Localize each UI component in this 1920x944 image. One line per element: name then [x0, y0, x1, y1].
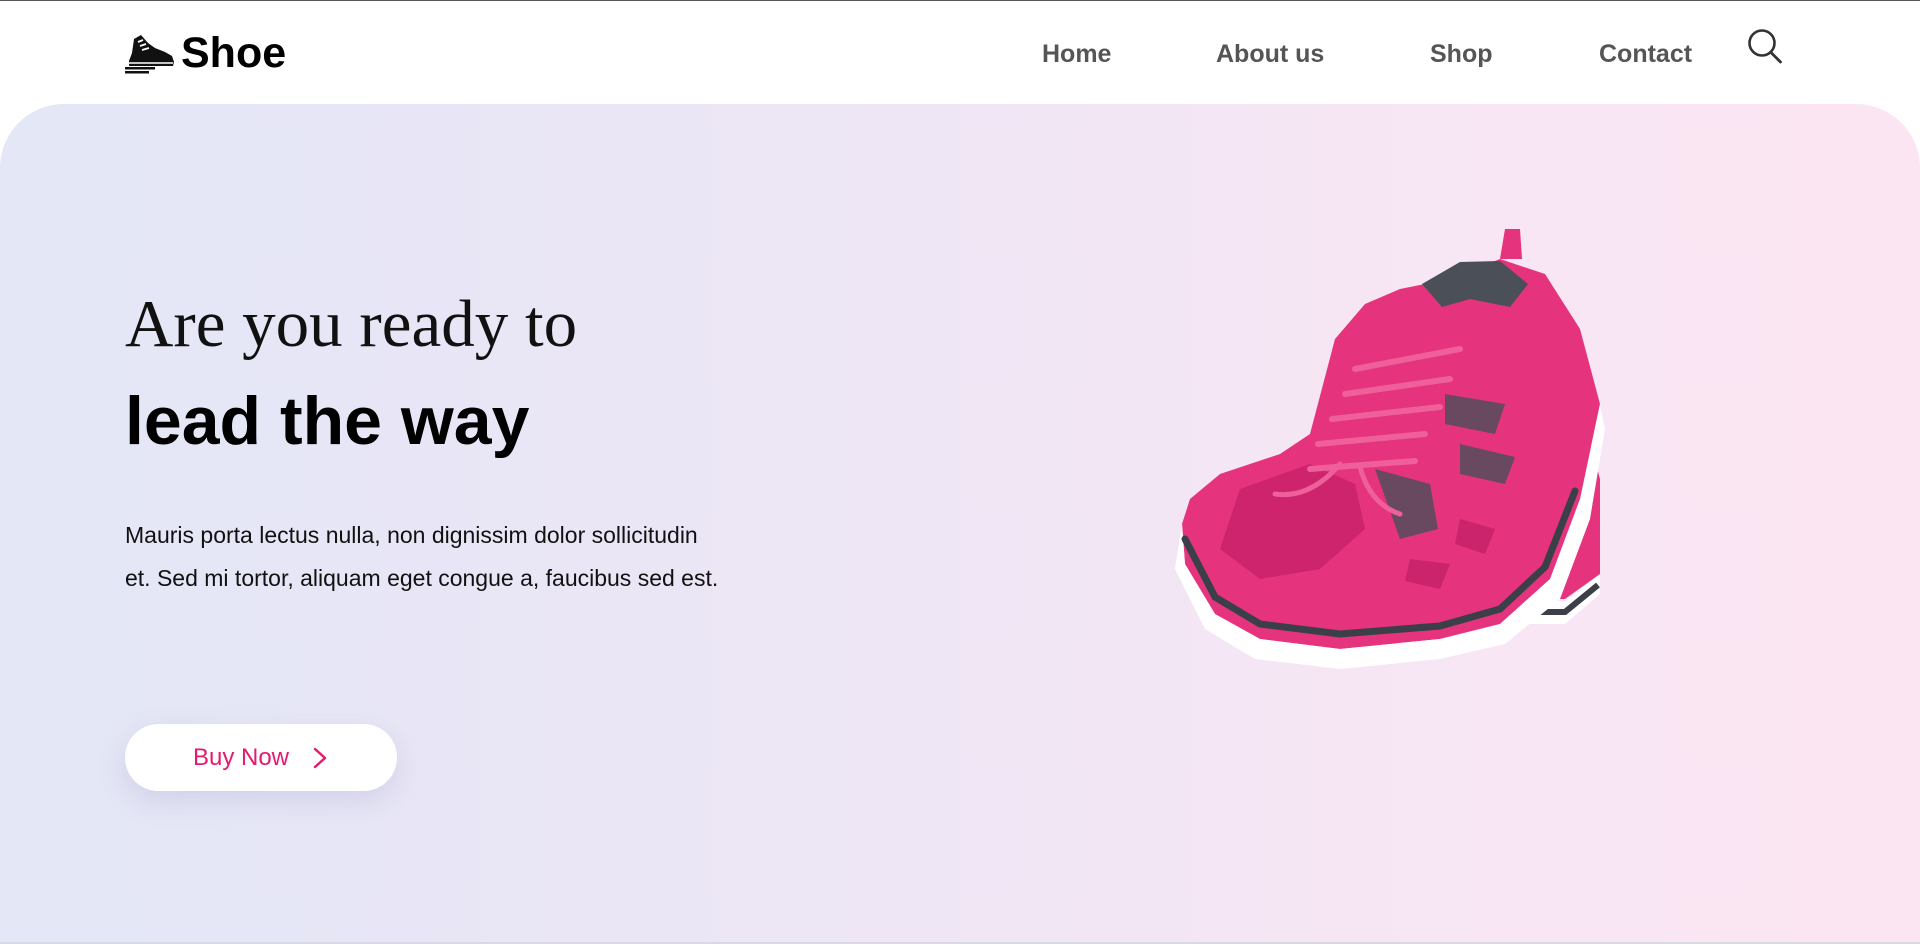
hero-heading-line1: Are you ready to: [125, 287, 578, 361]
hero-heading-line2: lead the way: [125, 383, 530, 459]
brand-logo[interactable]: Shoe: [125, 27, 286, 79]
pink-sneakers-image: [1175, 229, 1605, 669]
nav-item-contact[interactable]: Contact: [1599, 37, 1692, 71]
search-icon[interactable]: [1745, 27, 1785, 67]
chevron-right-icon: [313, 747, 327, 768]
buy-now-label: Buy Now: [192, 743, 290, 771]
hero-description: Mauris porta lectus nulla, non dignissim…: [125, 522, 719, 591]
brand-name: Shoe: [181, 29, 287, 77]
nav-item-about-us[interactable]: About us: [1216, 37, 1324, 71]
nav-item-shop[interactable]: Shop: [1430, 37, 1493, 71]
buy-now-button[interactable]: Buy Now: [125, 724, 397, 791]
nav-item-home[interactable]: Home: [1042, 37, 1111, 71]
sneaker-icon: [125, 35, 174, 74]
hero-section: Are you ready to lead the way Mauris por…: [0, 104, 1920, 944]
site-header: Shoe Home About us Shop Contact: [0, 1, 1920, 105]
